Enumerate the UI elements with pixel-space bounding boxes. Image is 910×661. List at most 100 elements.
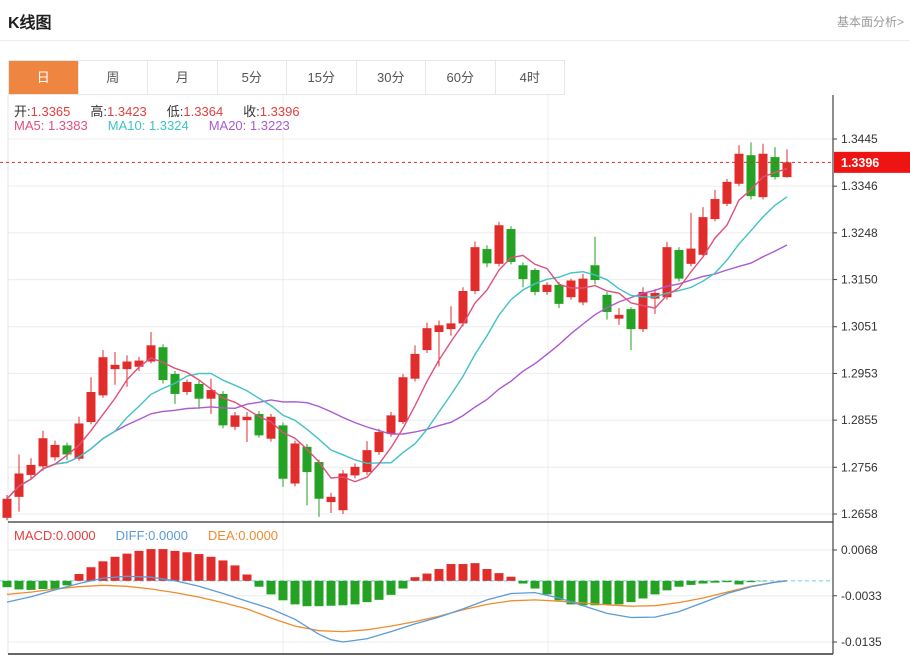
macd-bar (363, 581, 372, 602)
candle-body (231, 415, 240, 426)
macd-tick-label: 0.0068 (841, 543, 878, 557)
candle-body (183, 382, 192, 392)
candle-body (15, 473, 24, 496)
candle-body (435, 325, 444, 332)
candle-body (735, 154, 744, 184)
macd-bar (267, 581, 276, 595)
tab-5min[interactable]: 5分 (218, 61, 288, 94)
tab-15min[interactable]: 15分 (287, 61, 357, 94)
macd-bar (507, 577, 516, 581)
candle-body (27, 465, 36, 475)
macd-bar (39, 581, 48, 589)
macd-bar (519, 581, 528, 584)
macd-bar (591, 581, 600, 605)
candle-body (339, 473, 348, 510)
candle-body (363, 450, 372, 472)
candle-body (615, 315, 624, 319)
macd-bar (483, 569, 492, 581)
macd-bar (471, 563, 480, 581)
macd-bar (639, 581, 648, 599)
macd-bar (687, 581, 696, 585)
candle-body (51, 445, 60, 457)
macd-bar (291, 581, 300, 605)
candle-body (627, 309, 636, 329)
macd-bar (735, 581, 744, 585)
price-tick-label: 1.2658 (841, 507, 878, 521)
tab-weekly[interactable]: 周 (79, 61, 149, 94)
tab-daily[interactable]: 日 (9, 61, 79, 94)
macd-bar (651, 581, 660, 595)
candle-body (543, 285, 552, 292)
macd-bar (699, 581, 708, 584)
macd-bar (615, 581, 624, 605)
macd-bar (387, 581, 396, 595)
fundamental-analysis-link[interactable]: 基本面分析> (837, 13, 904, 30)
macd-bar (663, 581, 672, 591)
candle-body (723, 182, 732, 204)
price-tick-label: 1.2953 (841, 366, 878, 380)
candle-body (39, 438, 48, 466)
candle-body (483, 249, 492, 263)
macd-bar (147, 549, 156, 581)
macd-bar (747, 581, 756, 582)
current-price-tag-value: 1.3396 (841, 156, 879, 170)
macd-bar (375, 581, 384, 600)
candle-body (243, 417, 252, 420)
macd-bar (351, 581, 360, 605)
macd-bar (231, 565, 240, 580)
macd-bar (15, 581, 24, 590)
macd-bar (675, 581, 684, 587)
kline-chart-canvas[interactable]: 1.34451.33461.32481.31501.30511.29531.28… (0, 95, 910, 661)
macd-bar (87, 567, 96, 581)
candle-body (123, 362, 132, 370)
page-header: K线图 基本面分析> (0, 0, 910, 41)
tab-4hour[interactable]: 4时 (496, 61, 565, 94)
price-tick-label: 1.3150 (841, 273, 878, 287)
macd-bar (711, 581, 720, 583)
macd-bar (219, 560, 228, 580)
candle-body (591, 265, 600, 280)
tab-monthly[interactable]: 月 (148, 61, 218, 94)
candle-body (531, 270, 540, 292)
kline-chart-area[interactable]: 1.34451.33461.32481.31501.30511.29531.28… (0, 95, 910, 661)
price-tick-label: 1.2756 (841, 460, 878, 474)
macd-bar (423, 574, 432, 581)
macd-bar (303, 581, 312, 606)
candle-body (195, 384, 204, 399)
candle-body (135, 361, 144, 367)
candle-body (519, 265, 528, 279)
price-tick-label: 1.3445 (841, 132, 878, 146)
candle-body (711, 199, 720, 219)
macd-bar (63, 581, 72, 586)
macd-bar (327, 581, 336, 606)
candle-body (663, 247, 672, 297)
price-tick-label: 1.3248 (841, 226, 878, 240)
macd-bar (279, 581, 288, 600)
candle-body (375, 432, 384, 452)
macd-bar (195, 554, 204, 581)
candle-body (687, 249, 696, 264)
candle-body (303, 447, 312, 472)
macd-bar (3, 581, 12, 587)
macd-bar (183, 552, 192, 581)
candle-body (351, 467, 360, 476)
macd-bar (75, 574, 84, 581)
macd-bar (627, 581, 636, 602)
macd-bar (207, 557, 216, 581)
candle-body (579, 279, 588, 303)
macd-bar (543, 581, 552, 595)
macd-bar (339, 581, 348, 605)
candle-body (411, 354, 420, 379)
candle-body (3, 499, 12, 518)
candle-body (387, 415, 396, 434)
macd-bar (159, 549, 168, 581)
macd-bar (435, 569, 444, 581)
macd-bar (315, 581, 324, 606)
macd-bar (27, 581, 36, 590)
tab-30min[interactable]: 30分 (357, 61, 427, 94)
tab-60min[interactable]: 60分 (426, 61, 496, 94)
macd-tick-label: -0.0033 (841, 589, 882, 603)
macd-bar (255, 581, 264, 587)
candle-body (327, 497, 336, 502)
macd-bar (171, 551, 180, 581)
